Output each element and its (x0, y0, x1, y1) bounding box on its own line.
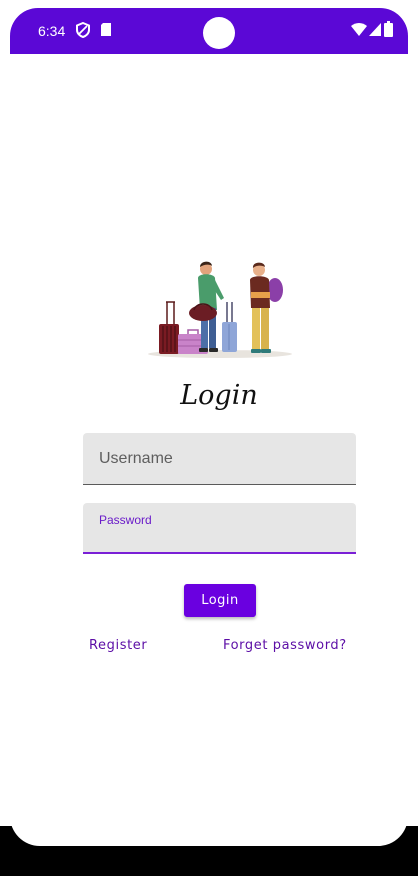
status-time: 6:34 (38, 23, 66, 39)
sd-card-icon (100, 22, 112, 42)
password-field[interactable]: Password (83, 503, 356, 554)
forget-password-link[interactable]: Forget password? (223, 638, 347, 653)
battery-icon (384, 21, 393, 42)
shield-icon (76, 21, 90, 43)
travelers-with-luggage-illustration (148, 258, 293, 365)
username-field[interactable] (83, 433, 356, 485)
screen-bottom-edge (10, 810, 408, 846)
register-link[interactable]: Register (89, 638, 147, 653)
login-heading: Login (180, 380, 258, 411)
phone-screen: 6:34 Login Username Password Login Regis… (0, 0, 418, 876)
login-button[interactable]: Login (184, 584, 256, 617)
home-indicator[interactable] (168, 834, 252, 839)
password-label: Password (99, 513, 152, 527)
front-camera (203, 17, 235, 49)
password-input[interactable] (83, 527, 356, 551)
signal-icon (369, 23, 381, 41)
wifi-icon (351, 23, 367, 41)
username-input[interactable] (83, 433, 356, 485)
